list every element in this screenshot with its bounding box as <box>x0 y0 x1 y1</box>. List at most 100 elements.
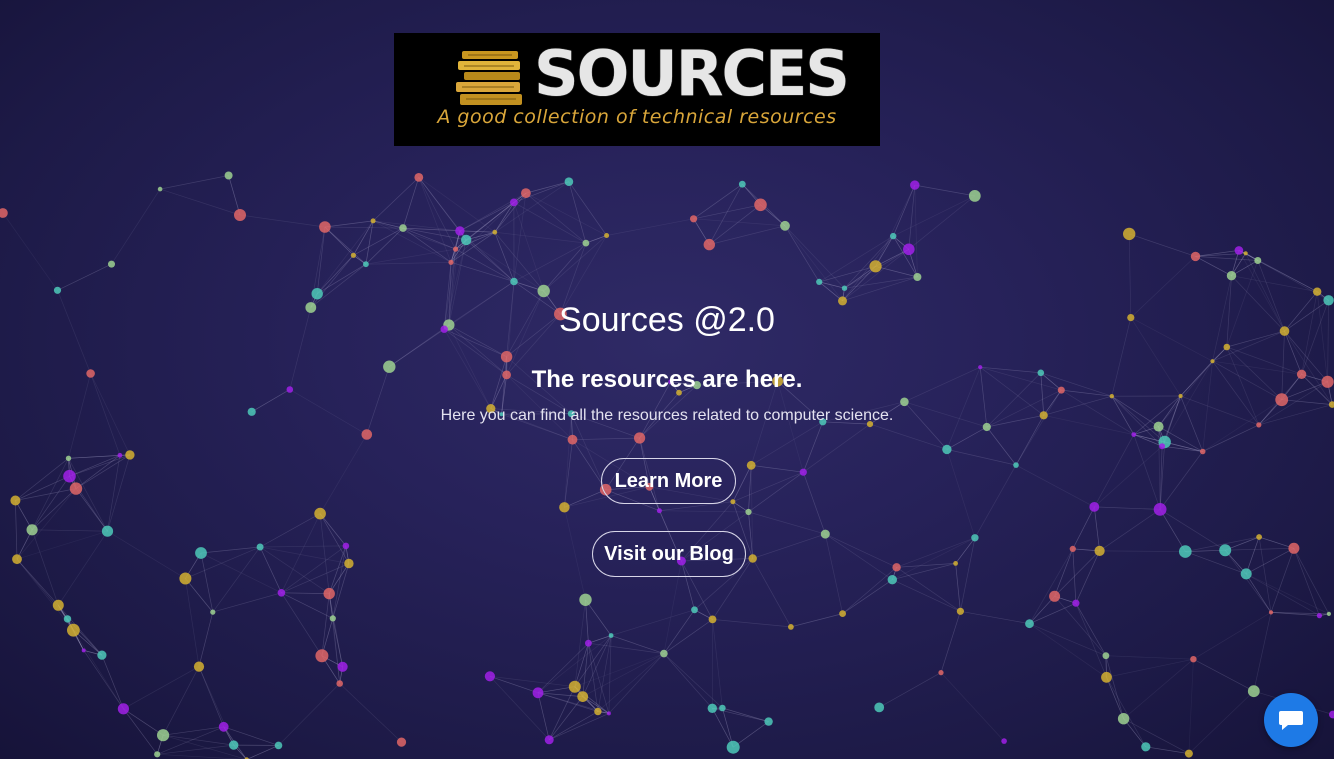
network-link <box>712 619 791 628</box>
network-node <box>329 615 336 622</box>
network-node <box>1254 257 1262 264</box>
network-node <box>12 554 22 565</box>
network-link <box>1258 536 1272 613</box>
network-link <box>879 672 942 708</box>
network-link <box>597 653 665 712</box>
network-node <box>703 238 715 251</box>
hero-description: Here you can find all the resources rela… <box>440 407 894 424</box>
network-node <box>544 735 554 745</box>
network-link <box>259 513 321 548</box>
visit-blog-button[interactable]: Visit our Blog <box>592 531 746 577</box>
network-link <box>914 184 975 197</box>
network-link <box>842 567 897 614</box>
network-node <box>608 633 614 638</box>
network-link <box>418 177 452 263</box>
network-link <box>339 683 402 743</box>
network-link <box>260 545 346 548</box>
network-node <box>1159 443 1166 450</box>
network-node <box>780 220 790 231</box>
network-node <box>874 702 885 713</box>
network-node <box>363 261 369 268</box>
network-node <box>1094 545 1105 557</box>
network-link <box>281 513 321 593</box>
network-link <box>1106 658 1194 678</box>
network-node <box>748 554 757 563</box>
network-link <box>157 753 245 759</box>
network-link <box>489 676 550 741</box>
network-link <box>31 529 59 606</box>
network-node <box>1199 448 1206 455</box>
network-link <box>1093 434 1135 508</box>
network-link <box>123 708 164 736</box>
network-link <box>549 713 610 741</box>
network-link <box>940 611 961 673</box>
network-link <box>1159 441 1166 510</box>
network-node <box>1069 545 1076 553</box>
network-node <box>492 229 498 235</box>
network-link <box>824 534 843 614</box>
network-node <box>1153 503 1167 516</box>
network-link <box>663 609 695 654</box>
network-link <box>513 202 587 244</box>
network-link <box>549 711 599 741</box>
network-link <box>185 578 200 667</box>
network-node <box>117 452 123 458</box>
sources-logo[interactable]: SOURCES A good collection of technical r… <box>394 33 880 146</box>
network-link <box>494 202 515 233</box>
network-link <box>709 204 761 245</box>
network-node <box>1226 271 1237 281</box>
network-link <box>1029 623 1107 657</box>
network-node <box>738 180 746 188</box>
network-link <box>328 545 347 594</box>
network-node <box>567 434 578 445</box>
network-node <box>97 650 107 660</box>
network-link <box>543 235 607 292</box>
network-link <box>525 192 607 236</box>
network-link <box>955 563 961 612</box>
network-node <box>274 741 283 750</box>
network-node <box>510 198 518 207</box>
network-node <box>396 737 407 747</box>
network-link <box>1225 547 1294 551</box>
network-link <box>1270 548 1295 613</box>
network-link <box>802 472 826 535</box>
network-node <box>453 246 459 252</box>
network-link <box>842 249 910 302</box>
network-link <box>1195 250 1239 257</box>
network-link <box>1029 623 1107 678</box>
network-link <box>1293 548 1320 616</box>
network-node <box>1256 534 1262 540</box>
network-link <box>790 613 843 628</box>
network-node <box>193 661 205 672</box>
network-node <box>10 495 21 506</box>
network-node <box>179 572 192 585</box>
network-node <box>890 232 897 240</box>
chat-launcher-button[interactable] <box>1264 693 1318 747</box>
network-link <box>1099 550 1186 552</box>
network-node <box>521 188 531 199</box>
learn-more-button[interactable]: Learn More <box>601 458 736 504</box>
network-node <box>1025 619 1034 629</box>
network-link <box>693 218 786 227</box>
network-link <box>748 471 804 513</box>
network-link <box>58 605 103 656</box>
network-node <box>956 607 965 615</box>
network-link <box>711 708 734 748</box>
network-link <box>946 449 976 538</box>
network-node <box>157 186 163 192</box>
network-link <box>974 464 1017 538</box>
network-link <box>317 263 367 294</box>
network-link <box>459 192 527 232</box>
network-link <box>163 726 224 736</box>
network-node <box>1049 590 1061 602</box>
network-link <box>908 195 976 250</box>
network-node <box>337 661 348 672</box>
network-node <box>1313 287 1322 296</box>
network-node <box>229 740 239 750</box>
network-link <box>752 558 792 628</box>
network-link <box>32 529 108 532</box>
network-node <box>1102 652 1110 660</box>
network-link <box>1202 424 1259 452</box>
network-link <box>31 488 77 531</box>
network-node <box>764 717 773 726</box>
